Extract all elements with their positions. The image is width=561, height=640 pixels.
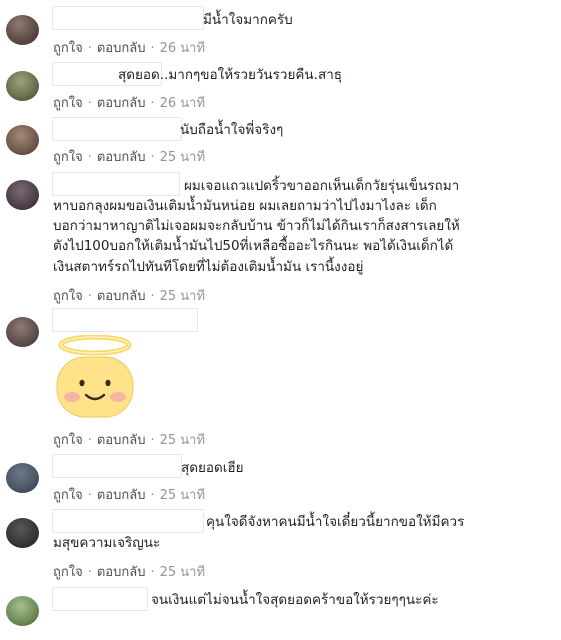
separator-dot: · bbox=[150, 565, 155, 580]
angel-smiley-sticker[interactable] bbox=[52, 335, 138, 421]
like-link[interactable]: ถูกใจ bbox=[53, 488, 83, 503]
separator-dot: · bbox=[87, 488, 92, 503]
comment-text-line: ตังไป100บอกให้เติมน้ำมันไป50ที่เหลือซื้อ… bbox=[53, 238, 454, 254]
avatar[interactable] bbox=[6, 317, 39, 347]
separator-dot: · bbox=[87, 433, 92, 448]
comment-text: มีน้ำใจมากครับ bbox=[203, 12, 293, 28]
avatar[interactable] bbox=[6, 15, 39, 45]
separator-dot: · bbox=[87, 150, 92, 165]
reply-link[interactable]: ตอบกลับ bbox=[97, 96, 146, 111]
separator-dot: · bbox=[87, 289, 92, 304]
comment-actions: ถูกใจ · ตอบกลับ · 25 นาที bbox=[53, 484, 205, 505]
separator-dot: · bbox=[150, 96, 155, 111]
comment-text: สุดยอด..มากๆขอให้รวยวันรวยคืน.สาธุ bbox=[118, 67, 343, 83]
like-link[interactable]: ถูกใจ bbox=[53, 96, 83, 111]
comment-text-line: เงินสตาทร์รถไปทันทีโดยที่ไม่ต้องเติมน้ำม… bbox=[53, 259, 364, 275]
redacted-name bbox=[52, 172, 180, 196]
comment-text-line: ผมเจอแถวแปดริ้วขาออกเห็นเด็กวัยรุ่นเข็นร… bbox=[184, 178, 460, 194]
reply-link[interactable]: ตอบกลับ bbox=[97, 565, 146, 580]
redacted-name bbox=[52, 6, 204, 30]
comment-time[interactable]: 26 นาที bbox=[160, 96, 205, 111]
separator-dot: · bbox=[150, 433, 155, 448]
reply-link[interactable]: ตอบกลับ bbox=[97, 150, 146, 165]
comment-actions: ถูกใจ · ตอบกลับ · 26 นาที bbox=[53, 37, 205, 58]
avatar[interactable] bbox=[6, 463, 39, 493]
comment-time[interactable]: 25 นาที bbox=[160, 565, 205, 580]
like-link[interactable]: ถูกใจ bbox=[53, 41, 83, 56]
reply-link[interactable]: ตอบกลับ bbox=[97, 488, 146, 503]
comment-text-line: บอกว่ามาหาญาติไม่เจอผมจะกลับบ้าน ข้าวก็ไ… bbox=[53, 218, 460, 234]
comment-text-line: มสุขความเจริญนะ bbox=[53, 535, 161, 551]
like-link[interactable]: ถูกใจ bbox=[53, 289, 83, 304]
avatar[interactable] bbox=[6, 596, 39, 626]
like-link[interactable]: ถูกใจ bbox=[53, 433, 83, 448]
avatar[interactable] bbox=[6, 71, 39, 101]
like-link[interactable]: ถูกใจ bbox=[53, 150, 83, 165]
redacted-name bbox=[52, 308, 198, 332]
reply-link[interactable]: ตอบกลับ bbox=[97, 289, 146, 304]
comment-text-line: คุนใจดีจังหาคนมีน้ำใจเดี๋ยวนี้ยากขอให้มี… bbox=[206, 514, 465, 530]
avatar[interactable] bbox=[6, 125, 39, 155]
separator-dot: · bbox=[87, 96, 92, 111]
reply-link[interactable]: ตอบกลับ bbox=[97, 41, 146, 56]
comment-text: นับถือน้ำใจพี่จริงๆ bbox=[180, 122, 284, 138]
comment-actions: ถูกใจ · ตอบกลับ · 25 นาที bbox=[53, 146, 205, 167]
separator-dot: · bbox=[150, 150, 155, 165]
redacted-name bbox=[52, 587, 148, 611]
comment-time[interactable]: 26 นาที bbox=[160, 41, 205, 56]
avatar[interactable] bbox=[6, 180, 39, 210]
like-link[interactable]: ถูกใจ bbox=[53, 565, 83, 580]
comment-time[interactable]: 25 นาที bbox=[160, 488, 205, 503]
comment-text: จนเงินแต่ไม่จนน้ำใจสุดยอดคร้าขอให้รวยๆๆน… bbox=[151, 592, 439, 608]
redacted-name bbox=[52, 117, 182, 141]
comment-text-line: หาบอกลุงผมขอเงินเติมน้ำมันหน่อย ผมเลยถาม… bbox=[53, 198, 437, 214]
separator-dot: · bbox=[87, 565, 92, 580]
avatar[interactable] bbox=[6, 518, 39, 548]
comment-actions: ถูกใจ · ตอบกลับ · 25 นาที bbox=[53, 429, 205, 450]
redacted-name bbox=[52, 454, 182, 478]
comment-actions: ถูกใจ · ตอบกลับ · 25 นาที bbox=[53, 285, 205, 306]
comment-time[interactable]: 25 นาที bbox=[160, 150, 205, 165]
separator-dot: · bbox=[87, 41, 92, 56]
comment-actions: ถูกใจ · ตอบกลับ · 26 นาที bbox=[53, 92, 205, 113]
separator-dot: · bbox=[150, 488, 155, 503]
comment-actions: ถูกใจ · ตอบกลับ · 25 นาที bbox=[53, 561, 205, 582]
comment-text: สุดยอดเฮีย bbox=[181, 460, 244, 476]
comment-time[interactable]: 25 นาที bbox=[160, 289, 205, 304]
redacted-name bbox=[52, 509, 204, 533]
reply-link[interactable]: ตอบกลับ bbox=[97, 433, 146, 448]
separator-dot: · bbox=[150, 289, 155, 304]
separator-dot: · bbox=[150, 41, 155, 56]
comment-time[interactable]: 25 นาที bbox=[160, 433, 205, 448]
